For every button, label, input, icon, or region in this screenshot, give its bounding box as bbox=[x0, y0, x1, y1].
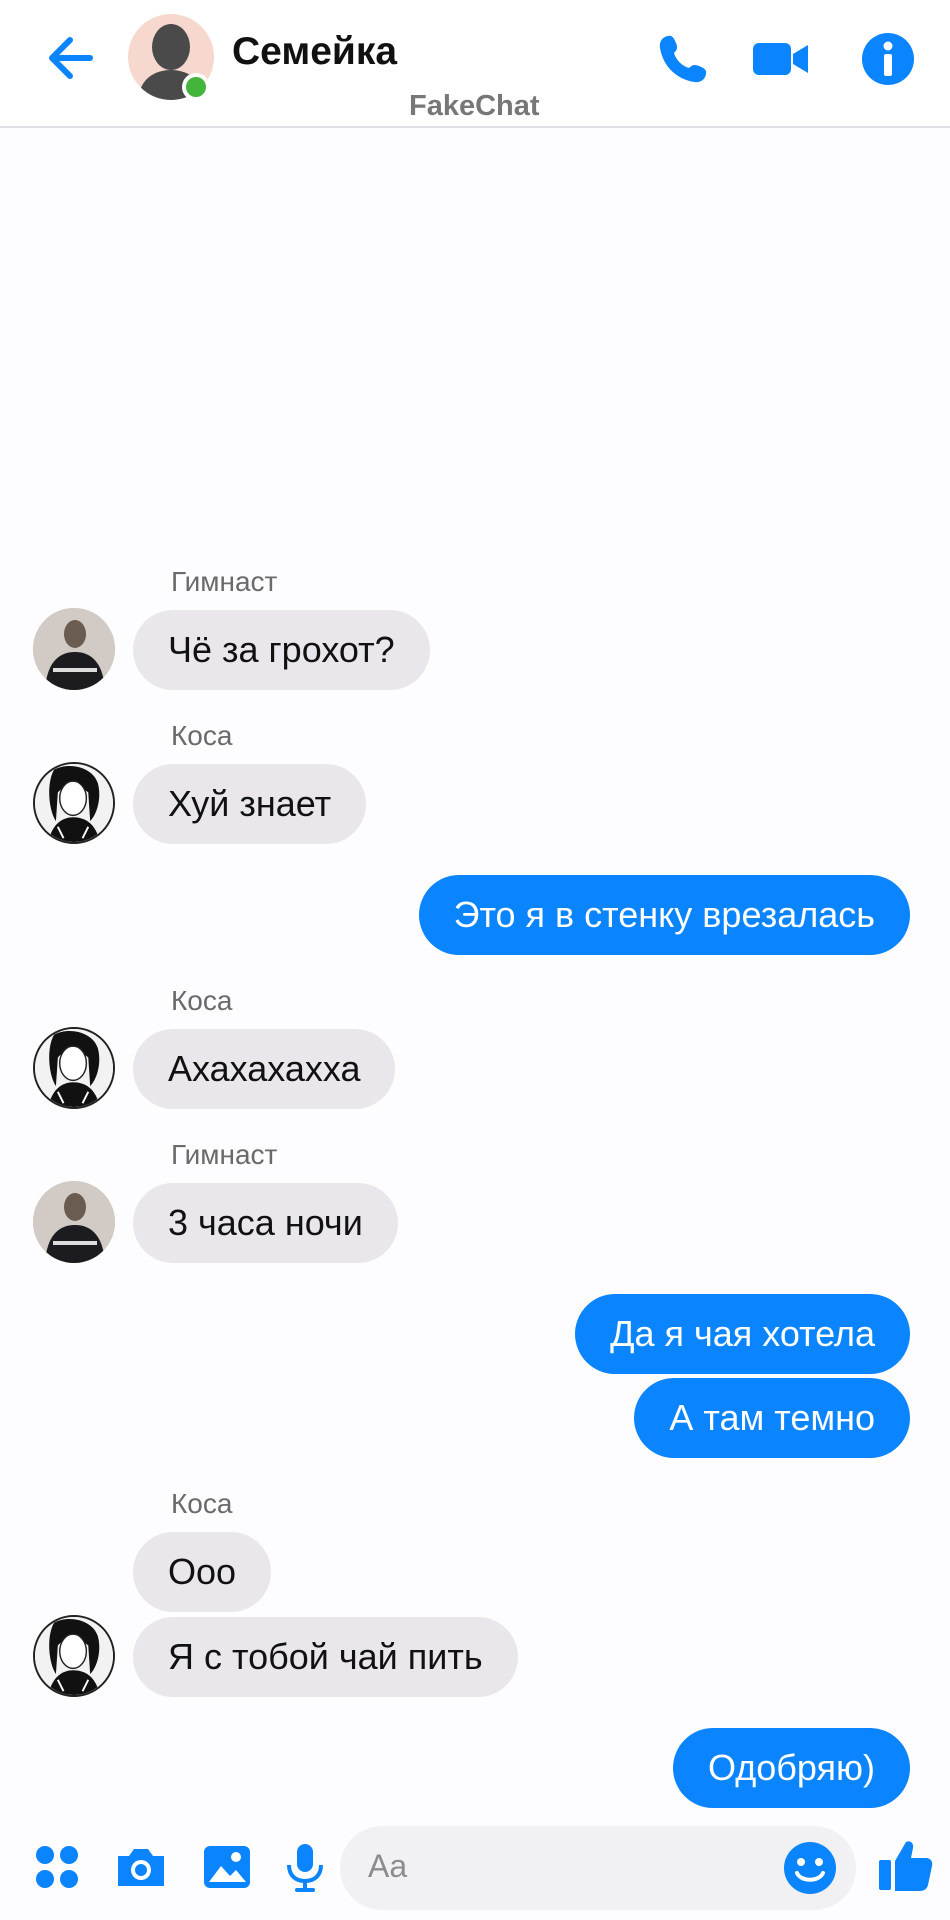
online-status-dot bbox=[182, 73, 210, 101]
message-bubble-incoming[interactable]: Ооо bbox=[133, 1532, 272, 1612]
avatar-image bbox=[33, 608, 115, 690]
message-bubble-incoming[interactable]: Хуй знает bbox=[133, 764, 367, 844]
message-bubble-incoming[interactable]: Чё за грохот? bbox=[133, 610, 430, 690]
microphone-icon[interactable] bbox=[278, 1840, 332, 1894]
gallery-image-icon[interactable] bbox=[200, 1840, 254, 1894]
message-input-placeholder: Aa bbox=[368, 1848, 408, 1884]
avatar-gymnast[interactable] bbox=[33, 608, 115, 690]
chat-header: Семейка FakeChat bbox=[0, 0, 950, 128]
emoji-icon[interactable] bbox=[782, 1840, 838, 1896]
avatar-image bbox=[35, 1617, 113, 1695]
sender-name: Гимнаст bbox=[171, 1139, 278, 1170]
chat-title[interactable]: Семейка bbox=[232, 30, 397, 74]
avatar-image bbox=[35, 764, 113, 842]
camera-icon[interactable] bbox=[114, 1840, 168, 1894]
message-bubble-outgoing[interactable]: А там темно bbox=[634, 1378, 910, 1458]
phone-icon[interactable] bbox=[654, 30, 712, 88]
avatar-kosa[interactable] bbox=[33, 1615, 115, 1697]
avatar-image bbox=[33, 1181, 115, 1263]
avatar-kosa[interactable] bbox=[33, 762, 115, 844]
sender-name: Коса bbox=[171, 720, 233, 751]
info-icon[interactable] bbox=[859, 30, 917, 88]
sender-name: Коса bbox=[171, 1488, 233, 1519]
message-bubble-outgoing[interactable]: Это я в стенку врезалась bbox=[418, 875, 910, 955]
message-bubble-outgoing[interactable]: Одобряю) bbox=[673, 1728, 910, 1808]
message-input[interactable]: Aa bbox=[340, 1826, 856, 1910]
message-bubble-incoming[interactable]: Я с тобой чай пить bbox=[133, 1617, 518, 1697]
sender-name: Гимнаст bbox=[171, 566, 278, 597]
message-bubble-incoming[interactable]: 3 часа ночи bbox=[133, 1183, 398, 1263]
apps-grid-icon[interactable] bbox=[30, 1840, 84, 1894]
message-bubble-incoming[interactable]: Ахахахахха bbox=[133, 1029, 396, 1109]
avatar-gymnast[interactable] bbox=[33, 1181, 115, 1263]
message-bubble-outgoing[interactable]: Да я чая хотела bbox=[575, 1294, 910, 1374]
sender-name: Коса bbox=[171, 985, 233, 1016]
thumbs-up-icon[interactable] bbox=[876, 1836, 934, 1894]
back-arrow-icon[interactable] bbox=[42, 28, 102, 88]
avatar-image bbox=[35, 1029, 113, 1107]
avatar-kosa[interactable] bbox=[33, 1027, 115, 1109]
watermark: FakeChat bbox=[409, 90, 540, 122]
video-camera-icon[interactable] bbox=[752, 30, 810, 88]
